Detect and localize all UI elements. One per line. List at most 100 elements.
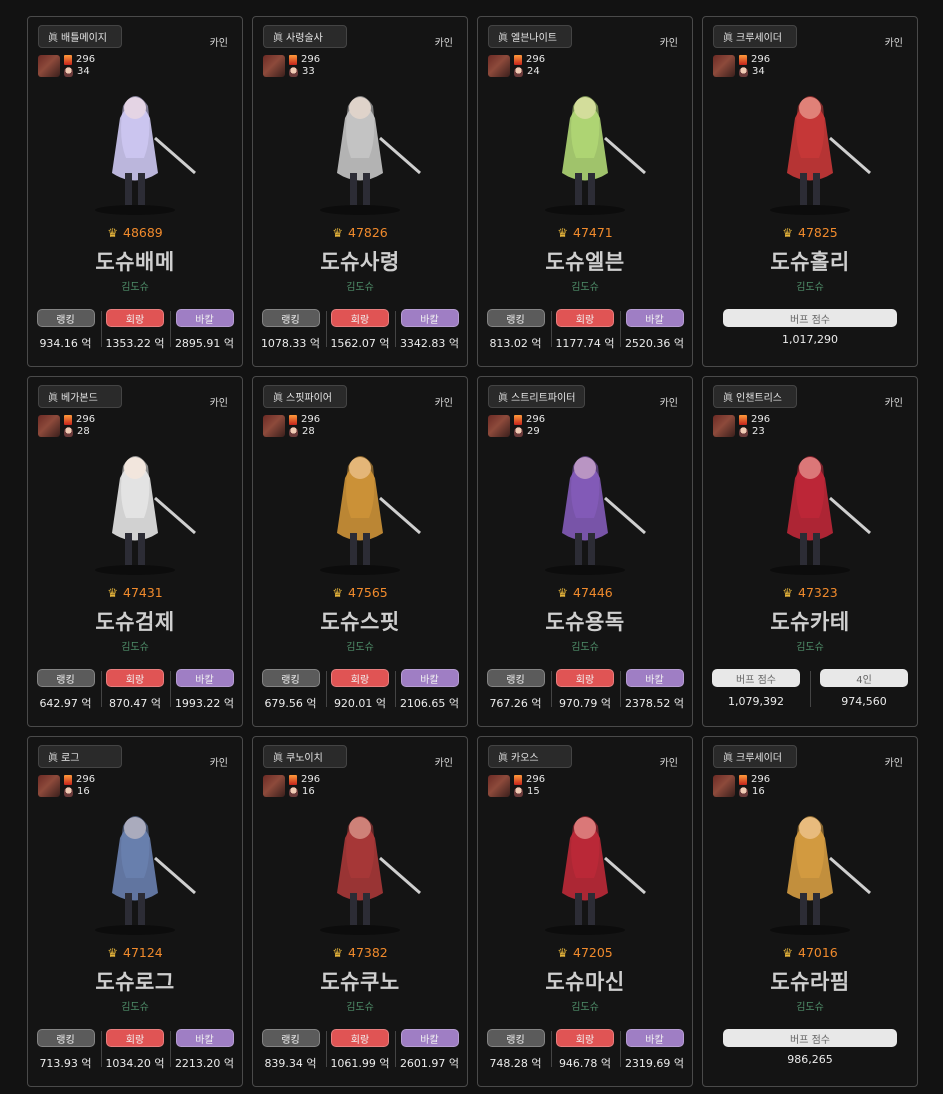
- job-name: 로그: [61, 753, 80, 764]
- character-name[interactable]: 도슈엘븐: [478, 246, 692, 276]
- ranking-button[interactable]: 랭킹: [261, 309, 320, 327]
- character-card[interactable]: 眞 배틀메이지 카인 296 34 ♛ 48689 도슈배메 김도슈 랭킹 934.16 억 회랑 13…: [27, 16, 243, 367]
- corridor-button[interactable]: 회랑: [556, 669, 614, 687]
- character-card[interactable]: 眞 인챈트리스 카인 296 23 ♛ 47323 도슈카테 김도슈 버프 점수 1,079,392…: [702, 376, 918, 727]
- character-card[interactable]: 眞 스트리트파이터 카인 296 29 ♛ 47446 도슈용독 김도슈 랭킹 767.26 억 회랑…: [477, 376, 693, 727]
- job-badge[interactable]: 眞 스트리트파이터: [488, 385, 586, 408]
- damage-row: 랭킹 642.97 억 회랑 870.47 억 바칼 1993.22 억: [35, 669, 235, 711]
- character-name[interactable]: 도슈쿠노: [253, 966, 467, 996]
- party-buff-value: 974,560: [841, 695, 887, 708]
- power-row: ♛ 47124: [28, 945, 242, 960]
- job-badge[interactable]: 眞 베가본드: [38, 385, 122, 408]
- bakal-button[interactable]: 바칼: [175, 1029, 234, 1047]
- job-name: 사령술사: [286, 33, 323, 44]
- ranking-button[interactable]: 랭킹: [486, 1029, 545, 1047]
- ranking-button[interactable]: 랭킹: [36, 669, 95, 687]
- buff-score-button[interactable]: 버프 점수: [723, 309, 897, 327]
- character-name[interactable]: 도슈마신: [478, 966, 692, 996]
- ranking-button[interactable]: 랭킹: [486, 309, 545, 327]
- character-card[interactable]: 眞 크루세이더 카인 296 16 ♛ 47016 도슈라핌 김도슈 버프 점수 986,265: [702, 736, 918, 1087]
- corridor-button[interactable]: 회랑: [556, 1029, 614, 1047]
- crown-icon: ♛: [107, 225, 118, 240]
- job-badge[interactable]: 眞 크루세이더: [713, 745, 797, 768]
- bakal-button[interactable]: 바칼: [175, 669, 234, 687]
- stats-block: 296 28: [263, 414, 320, 437]
- character-name[interactable]: 도슈로그: [28, 966, 242, 996]
- buff-score-button[interactable]: 버프 점수: [712, 669, 800, 687]
- buff-score-button[interactable]: 버프 점수: [723, 1029, 897, 1047]
- bakal-button[interactable]: 바칼: [625, 1029, 684, 1047]
- ranking-button[interactable]: 랭킹: [261, 669, 320, 687]
- bakal-button[interactable]: 바칼: [400, 669, 459, 687]
- character-art-area: [478, 437, 692, 579]
- character-name[interactable]: 도슈홀리: [703, 246, 917, 276]
- bakal-damage: 1993.22 억: [174, 697, 235, 710]
- character-art-area: [478, 77, 692, 219]
- character-card[interactable]: 眞 쿠노이치 카인 296 16 ♛ 47382 도슈쿠노 김도슈 랭킹 839.34 억 회랑 106…: [252, 736, 468, 1087]
- ranking-button[interactable]: 랭킹: [261, 1029, 320, 1047]
- job-badge[interactable]: 眞 카오스: [488, 745, 572, 768]
- character-name[interactable]: 도슈스핏: [253, 606, 467, 636]
- character-card[interactable]: 眞 엘븐나이트 카인 296 24 ♛ 47471 도슈엘븐 김도슈 랭킹 813.02 억 회랑 11…: [477, 16, 693, 367]
- corridor-button[interactable]: 회랑: [331, 309, 389, 327]
- job-badge[interactable]: 眞 크루세이더: [713, 25, 797, 48]
- job-badge[interactable]: 眞 로그: [38, 745, 122, 768]
- ranking-button[interactable]: 랭킹: [36, 309, 95, 327]
- character-name[interactable]: 도슈검제: [28, 606, 242, 636]
- corridor-button[interactable]: 회랑: [106, 309, 164, 327]
- party-buff-button[interactable]: 4인: [820, 669, 908, 687]
- character-name[interactable]: 도슈사령: [253, 246, 467, 276]
- power-value: 47826: [348, 225, 388, 240]
- corridor-button[interactable]: 회랑: [106, 669, 164, 687]
- job-badge[interactable]: 眞 엘븐나이트: [488, 25, 572, 48]
- character-card[interactable]: 眞 크루세이더 카인 296 34 ♛ 47825 도슈홀리 김도슈 버프 점수 1,017,290: [702, 16, 918, 367]
- corridor-damage: 1562.07 억: [330, 337, 390, 350]
- stats-block: 296 16: [38, 774, 95, 797]
- corridor-damage: 946.78 억: [558, 1057, 612, 1070]
- bakal-button[interactable]: 바칼: [400, 309, 459, 327]
- character-card[interactable]: 眞 카오스 카인 296 15 ♛ 47205 도슈마신 김도슈 랭킹 748.28 억 회랑 946.…: [477, 736, 693, 1087]
- job-badge[interactable]: 眞 인챈트리스: [713, 385, 797, 408]
- server-name: 카인: [659, 398, 678, 409]
- fame-icon: [289, 774, 297, 785]
- bakal-button[interactable]: 바칼: [175, 309, 234, 327]
- corridor-button[interactable]: 회랑: [556, 309, 614, 327]
- corridor-button[interactable]: 회랑: [106, 1029, 164, 1047]
- ranking-button[interactable]: 랭킹: [36, 1029, 95, 1047]
- character-name[interactable]: 도슈배메: [28, 246, 242, 276]
- character-card[interactable]: 眞 스핏파이어 카인 296 28 ♛ 47565 도슈스핏 김도슈 랭킹 679.56 억 회랑 92…: [252, 376, 468, 727]
- bakal-button[interactable]: 바칼: [625, 309, 684, 327]
- character-card[interactable]: 眞 사령술사 카인 296 33 ♛ 47826 도슈사령 김도슈 랭킹 1078.33 억 회랑 15…: [252, 16, 468, 367]
- crown-icon: ♛: [557, 585, 568, 600]
- job-badge[interactable]: 眞 스핏파이어: [263, 385, 347, 408]
- job-badge[interactable]: 眞 배틀메이지: [38, 25, 122, 48]
- level-icon: [64, 786, 73, 797]
- level-icon: [514, 786, 523, 797]
- character-art: [770, 96, 871, 215]
- character-name[interactable]: 도슈용독: [478, 606, 692, 636]
- server-name: 카인: [209, 398, 228, 409]
- job-badge[interactable]: 眞 쿠노이치: [263, 745, 347, 768]
- bakal-button[interactable]: 바칼: [625, 669, 684, 687]
- bakal-button[interactable]: 바칼: [400, 1029, 459, 1047]
- bakal-damage: 2319.69 억: [624, 1057, 685, 1070]
- fame-icon: [64, 54, 72, 65]
- character-art: [545, 816, 646, 935]
- character-card[interactable]: 眞 로그 카인 296 16 ♛ 47124 도슈로그 김도슈 랭킹 713.93 억 회랑 1034.…: [27, 736, 243, 1087]
- job-name: 쿠노이치: [286, 753, 323, 764]
- adventure-portrait-icon: [38, 414, 60, 437]
- server-name: 카인: [884, 758, 903, 769]
- server-name: 카인: [209, 758, 228, 769]
- power-value: 47431: [123, 585, 163, 600]
- character-name[interactable]: 도슈카테: [703, 606, 917, 636]
- ranking-button[interactable]: 랭킹: [486, 669, 545, 687]
- corridor-button[interactable]: 회랑: [331, 1029, 389, 1047]
- job-badge[interactable]: 眞 사령술사: [263, 25, 347, 48]
- character-name[interactable]: 도슈라핌: [703, 966, 917, 996]
- fame-icon: [64, 774, 72, 785]
- character-card[interactable]: 眞 베가본드 카인 296 28 ♛ 47431 도슈검제 김도슈 랭킹 642.97 억 회랑 870…: [27, 376, 243, 727]
- crown-icon: ♛: [782, 225, 793, 240]
- corridor-button[interactable]: 회랑: [331, 669, 389, 687]
- adventure-portrait-icon: [713, 414, 735, 437]
- character-art-area: [703, 797, 917, 939]
